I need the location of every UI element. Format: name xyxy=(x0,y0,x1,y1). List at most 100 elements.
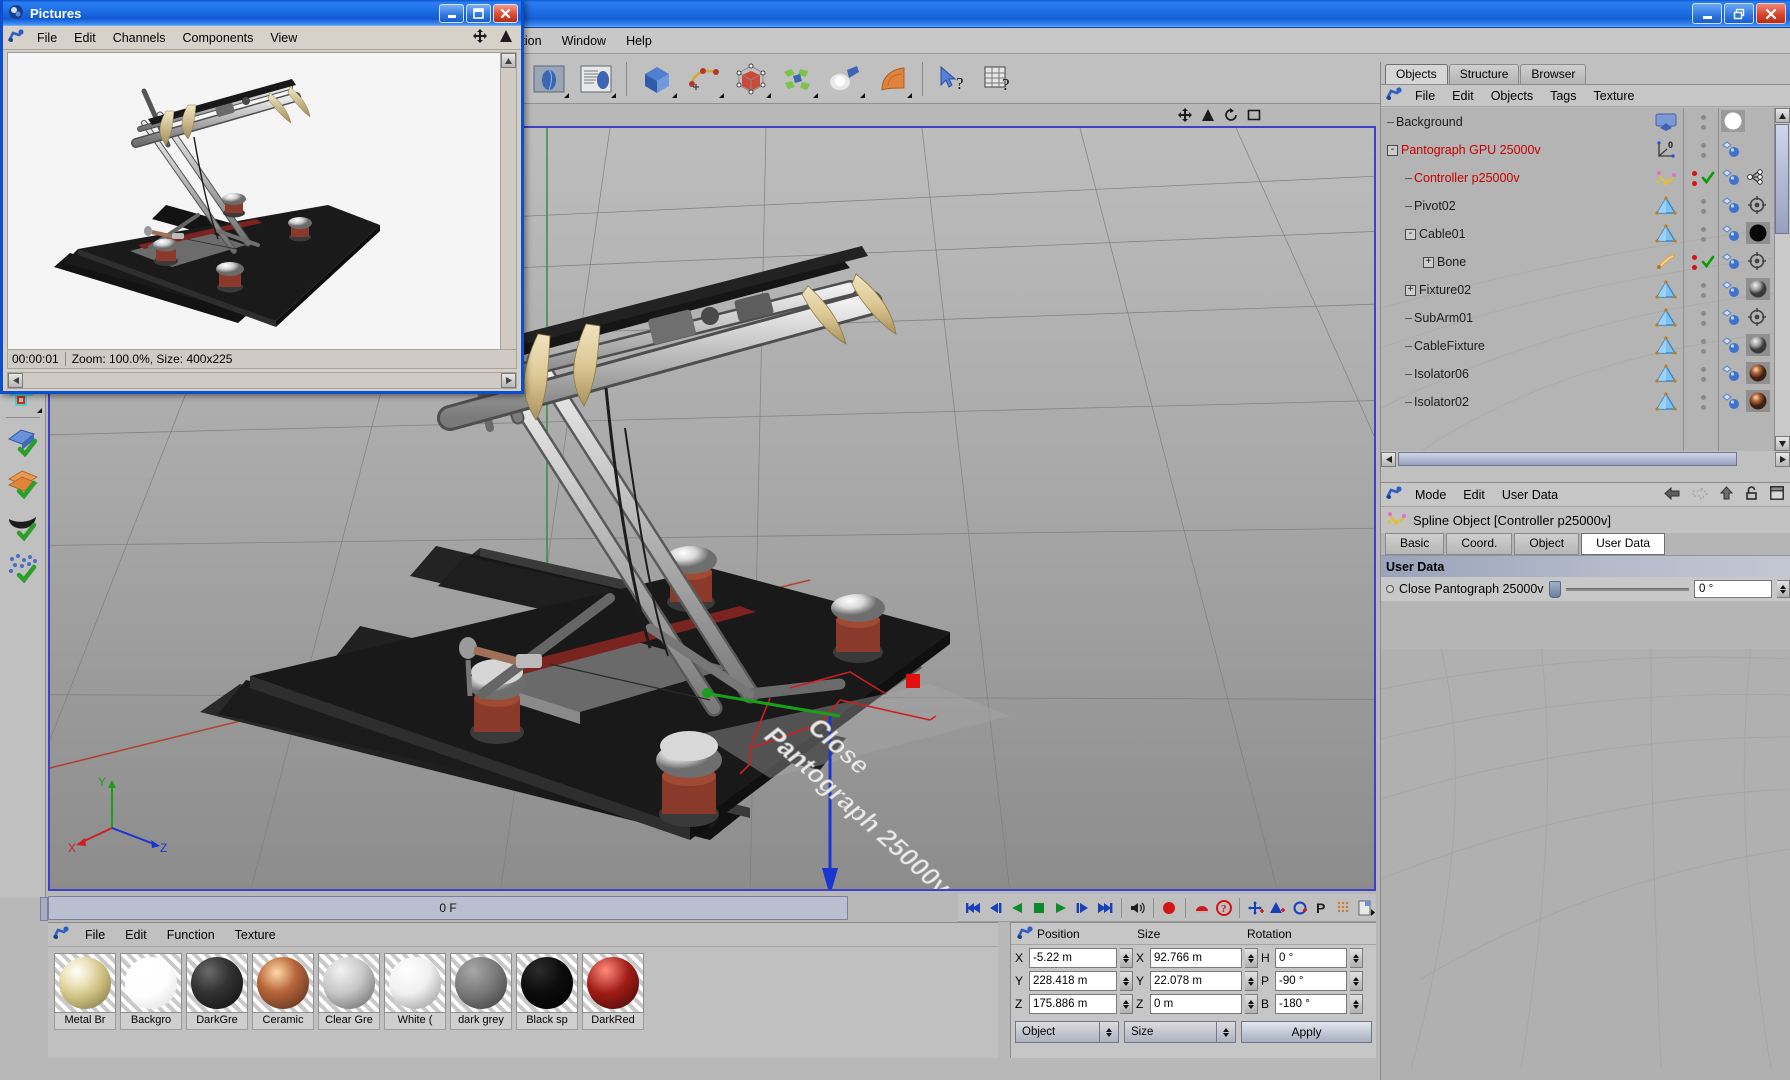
texture-copper-tag-icon[interactable] xyxy=(1746,361,1770,387)
pictures-menu-edit[interactable]: Edit xyxy=(66,29,104,47)
object-tree-row[interactable]: + Bone xyxy=(1381,248,1790,276)
object-manager-tab-browser[interactable]: Browser xyxy=(1520,64,1587,84)
size-y-spinner[interactable] xyxy=(1245,971,1258,991)
move-view-icon[interactable] xyxy=(1178,108,1192,125)
pick-help-icon[interactable]: ? xyxy=(931,58,975,100)
material-item[interactable]: DarkGre xyxy=(186,953,248,1030)
texture-copper-tag-icon[interactable] xyxy=(1746,389,1770,415)
size-z-input[interactable]: 0 m xyxy=(1150,994,1242,1014)
maximize-view-icon[interactable] xyxy=(1247,108,1261,125)
material-preview-0[interactable] xyxy=(54,953,116,1013)
target-tag-icon[interactable] xyxy=(1746,307,1768,330)
position-y-spinner[interactable] xyxy=(1120,971,1133,991)
polygon-object-icon[interactable] xyxy=(1649,308,1683,328)
tree-hscroll-right-arrow[interactable] xyxy=(1775,451,1790,467)
material-preview-8[interactable] xyxy=(582,953,644,1013)
stop-icon[interactable] xyxy=(1029,897,1048,919)
pictures-window[interactable]: Pictures File Edit Channels Components V… xyxy=(0,0,524,394)
attribute-tab-user-data[interactable]: User Data xyxy=(1581,533,1666,555)
texture-black-tag-icon[interactable] xyxy=(1746,221,1770,247)
object-visibility-dots[interactable] xyxy=(1686,198,1720,214)
xpresso-tag-icon[interactable] xyxy=(1721,307,1743,330)
material-menu-function[interactable]: Function xyxy=(158,926,224,944)
object-tree-row[interactable]: SubArm01 xyxy=(1381,304,1790,332)
attribute-tab-coord-[interactable]: Coord. xyxy=(1446,533,1513,555)
object-visibility-dots[interactable] xyxy=(1686,142,1720,158)
enable-axis-icon[interactable] xyxy=(2,420,44,462)
record-parameter-icon[interactable]: P xyxy=(1313,897,1332,919)
object-menu-tags[interactable]: Tags xyxy=(1542,87,1584,105)
tree-expander-toggle[interactable]: + xyxy=(1405,284,1416,296)
xpresso-tag-icon[interactable] xyxy=(1721,251,1743,274)
enable-points-icon[interactable] xyxy=(2,546,44,588)
object-name-label[interactable]: Fixture02 xyxy=(1419,283,1471,297)
attribute-tab-object[interactable]: Object xyxy=(1514,533,1580,555)
xpresso-tag-icon[interactable] xyxy=(1721,223,1743,246)
menu-help[interactable]: Help xyxy=(616,31,662,51)
rotation-p-spinner[interactable] xyxy=(1350,971,1363,991)
main-minimize-button[interactable] xyxy=(1692,3,1722,24)
xpresso-tag-icon[interactable] xyxy=(1721,139,1743,162)
position-x-spinner[interactable] xyxy=(1120,948,1133,968)
material-item[interactable]: Ceramic xyxy=(252,953,314,1030)
object-tree-row[interactable]: Isolator06 xyxy=(1381,360,1790,388)
object-menu-texture[interactable]: Texture xyxy=(1586,87,1643,105)
pictures-canvas[interactable] xyxy=(7,52,509,352)
object-name-label[interactable]: Background xyxy=(1396,115,1463,129)
polygon-object-icon[interactable] xyxy=(1649,196,1683,216)
rotation-h-spinner[interactable] xyxy=(1350,948,1363,968)
keyframe-help-icon[interactable]: ? xyxy=(1214,897,1233,919)
coordinate-mode-arrow-icon[interactable] xyxy=(1099,1022,1118,1042)
material-item[interactable]: Clear Gre xyxy=(318,953,380,1030)
spline-icon[interactable] xyxy=(682,58,726,100)
autokey-icon[interactable] xyxy=(1192,897,1211,919)
material-item[interactable]: DarkRed xyxy=(582,953,644,1030)
play-reverse-icon[interactable] xyxy=(1007,897,1026,919)
attribute-tab-basic[interactable]: Basic xyxy=(1385,533,1445,555)
size-z-spinner[interactable] xyxy=(1245,994,1258,1014)
pictures-menu-components[interactable]: Components xyxy=(175,29,262,47)
deformer-icon[interactable] xyxy=(870,58,914,100)
size-x-spinner[interactable] xyxy=(1245,948,1258,968)
spline-object-icon[interactable] xyxy=(1649,168,1683,188)
xpresso-tag-icon[interactable] xyxy=(1721,335,1743,358)
tree-expander-toggle[interactable]: - xyxy=(1405,228,1416,240)
object-tree[interactable]: Background - Pantograph GPU 25000v 0 Cont… xyxy=(1381,108,1790,451)
play-icon[interactable] xyxy=(1052,897,1071,919)
target-tag-icon[interactable] xyxy=(1746,195,1768,218)
size-y-input[interactable]: 22.078 m xyxy=(1150,971,1242,991)
material-preview-6[interactable] xyxy=(450,953,512,1013)
object-manager-tab-objects[interactable]: Objects xyxy=(1385,64,1448,84)
pictures-minimize-button[interactable] xyxy=(439,3,464,23)
object-name-label[interactable]: Cable01 xyxy=(1419,227,1466,241)
object-menu-file[interactable]: File xyxy=(1407,87,1443,105)
rotation-b-spinner[interactable] xyxy=(1350,994,1363,1014)
enable-polygon-icon[interactable] xyxy=(2,462,44,504)
object-tree-row[interactable]: Pivot02 xyxy=(1381,192,1790,220)
pictures-menu-channels[interactable]: Channels xyxy=(105,29,174,47)
texture-grey-tag-icon[interactable] xyxy=(1746,333,1770,359)
go-to-start-icon[interactable] xyxy=(963,897,982,919)
polygon-object-icon[interactable] xyxy=(1649,392,1683,412)
attribute-menu-edit[interactable]: Edit xyxy=(1455,486,1493,504)
texture-white-tag-icon[interactable] xyxy=(1721,109,1745,135)
record-position-icon[interactable] xyxy=(1246,897,1265,919)
material-menu-edit[interactable]: Edit xyxy=(116,926,156,944)
parameter-slider-knob[interactable] xyxy=(1548,580,1561,598)
object-name-label[interactable]: CableFixture xyxy=(1414,339,1485,353)
material-preview-3[interactable] xyxy=(252,953,314,1013)
layout-icon[interactable] xyxy=(1770,486,1784,503)
record-scale-icon[interactable] xyxy=(1268,897,1287,919)
coordinate-size-select[interactable]: Size xyxy=(1124,1021,1236,1043)
parameter-value-spinner[interactable] xyxy=(1777,580,1790,598)
pictures-menu-file[interactable]: File xyxy=(29,29,65,47)
object-name-label[interactable]: Isolator02 xyxy=(1414,395,1469,409)
rotation-b-input[interactable]: -180 ° xyxy=(1275,994,1347,1014)
attribute-menu-mode[interactable]: Mode xyxy=(1407,486,1454,504)
material-item[interactable]: Backgro xyxy=(120,953,182,1030)
object-manager-tab-structure[interactable]: Structure xyxy=(1448,64,1520,84)
lock-icon[interactable] xyxy=(1745,486,1758,503)
material-menu-texture[interactable]: Texture xyxy=(226,926,285,944)
material-item[interactable]: Metal Br xyxy=(54,953,116,1030)
object-name-label[interactable]: Pantograph GPU 25000v xyxy=(1401,143,1541,157)
